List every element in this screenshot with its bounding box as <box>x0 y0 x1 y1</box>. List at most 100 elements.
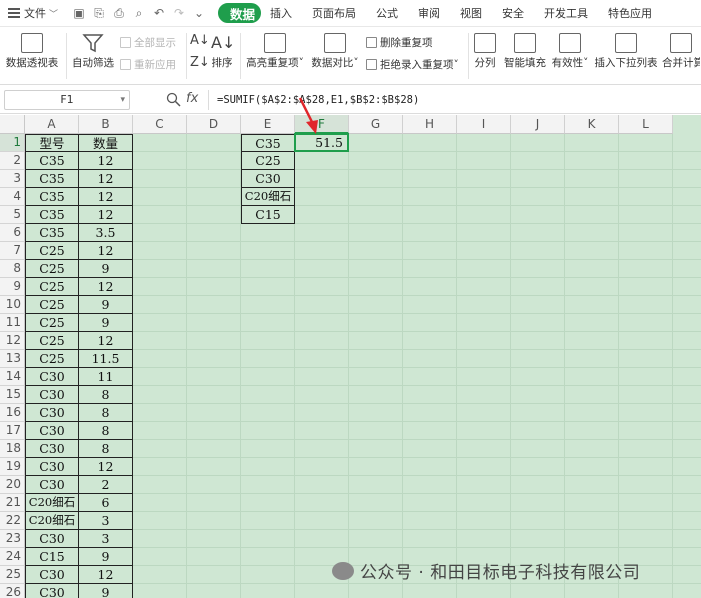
cell-b[interactable]: 8 <box>79 404 133 422</box>
cell-b[interactable]: 11 <box>79 368 133 386</box>
sort-asc-icon[interactable]: A↓ <box>190 33 210 48</box>
column-header-g[interactable]: G <box>349 115 403 134</box>
cell-a[interactable]: C35 <box>25 206 79 224</box>
cell-b[interactable]: 3 <box>79 530 133 548</box>
column-header-h[interactable]: H <box>403 115 457 134</box>
cell-a[interactable]: C30 <box>25 530 79 548</box>
cell-b[interactable]: 6 <box>79 494 133 512</box>
cell-b[interactable]: 9 <box>79 548 133 566</box>
row-header[interactable]: 8 <box>0 260 25 278</box>
redo-icon[interactable]: ↷ <box>172 6 186 21</box>
column-header-l[interactable]: L <box>619 115 673 134</box>
cell-b[interactable]: 12 <box>79 188 133 206</box>
cell-a[interactable]: C25 <box>25 242 79 260</box>
cell-b[interactable]: 9 <box>79 584 133 598</box>
cell-e[interactable]: C30 <box>241 170 295 188</box>
save-icon[interactable]: ▣ <box>72 6 86 21</box>
file-menu[interactable]: 文件 ﹀ <box>0 5 66 21</box>
row-header[interactable]: 14 <box>0 368 25 386</box>
row-header[interactable]: 13 <box>0 350 25 368</box>
validity-button[interactable]: 有效性˅ <box>550 29 590 70</box>
tab-data[interactable]: 数据 <box>218 3 262 23</box>
cell-a[interactable]: C30 <box>25 566 79 584</box>
column-header-c[interactable]: C <box>133 115 187 134</box>
cell-b[interactable]: 12 <box>79 566 133 584</box>
cell-b[interactable]: 8 <box>79 386 133 404</box>
row-header[interactable]: 4 <box>0 188 25 206</box>
autofilter-button[interactable]: 自动筛选 <box>70 29 116 70</box>
row-header[interactable]: 22 <box>0 512 25 530</box>
name-box[interactable]: F1 ▾ <box>4 90 130 110</box>
cell-e[interactable]: C20细石 <box>241 188 295 206</box>
reapply-button[interactable]: 重新应用 <box>120 57 176 72</box>
split-column-button[interactable]: 分列 <box>470 29 500 70</box>
cell-a[interactable]: C30 <box>25 458 79 476</box>
row-header[interactable]: 5 <box>0 206 25 224</box>
cell-a[interactable]: C35 <box>25 170 79 188</box>
cell-a[interactable]: C25 <box>25 296 79 314</box>
cell-a[interactable]: C35 <box>25 224 79 242</box>
more-icon[interactable]: ⌄ <box>192 6 206 21</box>
tab-special[interactable]: 特色应用 <box>598 0 662 27</box>
cell-a[interactable]: 型号 <box>25 134 79 152</box>
spreadsheet-grid[interactable]: A B C D E F G H I J K L 1 2 3 4 5 6 7 8 9 10 11 12 13 14 15 16 17 18 1… <box>0 115 701 598</box>
cell-a[interactable]: C30 <box>25 422 79 440</box>
undo-icon[interactable]: ↶ <box>152 6 166 21</box>
row-header[interactable]: 3 <box>0 170 25 188</box>
cell-b[interactable]: 3.5 <box>79 224 133 242</box>
column-header-i[interactable]: I <box>457 115 511 134</box>
cell-b[interactable]: 9 <box>79 296 133 314</box>
row-header[interactable]: 24 <box>0 548 25 566</box>
cell-b[interactable]: 12 <box>79 152 133 170</box>
tab-developer[interactable]: 开发工具 <box>534 0 598 27</box>
row-header[interactable]: 7 <box>0 242 25 260</box>
highlight-duplicates-button[interactable]: 高亮重复项˅ <box>244 29 306 70</box>
cell-a[interactable]: C30 <box>25 386 79 404</box>
row-header[interactable]: 1 <box>0 134 25 152</box>
cell-b[interactable]: 12 <box>79 242 133 260</box>
row-header[interactable]: 26 <box>0 584 25 598</box>
row-header[interactable]: 18 <box>0 440 25 458</box>
column-header-j[interactable]: J <box>511 115 565 134</box>
print-preview-icon[interactable]: ⌕ <box>132 6 146 21</box>
zoom-icon[interactable] <box>166 92 182 108</box>
select-all-corner[interactable] <box>0 115 25 134</box>
cell-a[interactable]: C25 <box>25 350 79 368</box>
show-all-button[interactable]: 全部显示 <box>120 35 176 50</box>
row-header[interactable]: 19 <box>0 458 25 476</box>
row-header[interactable]: 12 <box>0 332 25 350</box>
tab-review[interactable]: 审阅 <box>408 0 450 27</box>
column-header-b[interactable]: B <box>79 115 133 134</box>
row-header[interactable]: 16 <box>0 404 25 422</box>
cell-b[interactable]: 9 <box>79 314 133 332</box>
cell-a[interactable]: C15 <box>25 548 79 566</box>
cell-b[interactable]: 8 <box>79 440 133 458</box>
cell-b[interactable]: 12 <box>79 206 133 224</box>
cell-e[interactable]: C35 <box>241 134 295 152</box>
function-icon[interactable]: fx <box>186 91 198 106</box>
cell-a[interactable]: C20细石 <box>25 512 79 530</box>
column-header-k[interactable]: K <box>565 115 619 134</box>
row-header[interactable]: 25 <box>0 566 25 584</box>
tab-formulas[interactable]: 公式 <box>366 0 408 27</box>
tab-insert[interactable]: 插入 <box>260 0 302 27</box>
cell-a[interactable]: C25 <box>25 260 79 278</box>
export-icon[interactable]: ⎘ <box>92 6 106 21</box>
cell-e[interactable]: C15 <box>241 206 295 224</box>
column-header-d[interactable]: D <box>187 115 241 134</box>
tab-view[interactable]: 视图 <box>450 0 492 27</box>
sort-desc-icon[interactable]: Z↓ <box>190 55 210 70</box>
cell-a[interactable]: C25 <box>25 278 79 296</box>
sort-button[interactable]: A↓ 排序 <box>208 29 236 70</box>
pivot-table-button[interactable]: 数据透视表 <box>4 29 60 70</box>
cell-a[interactable]: C30 <box>25 584 79 598</box>
cell-a[interactable]: C25 <box>25 314 79 332</box>
cell-b[interactable]: 12 <box>79 278 133 296</box>
tab-page-layout[interactable]: 页面布局 <box>302 0 366 27</box>
tab-security[interactable]: 安全 <box>492 0 534 27</box>
cell-a[interactable]: C30 <box>25 368 79 386</box>
row-header[interactable]: 17 <box>0 422 25 440</box>
smart-fill-button[interactable]: 智能填充 <box>502 29 548 70</box>
row-header[interactable]: 20 <box>0 476 25 494</box>
row-header[interactable]: 11 <box>0 314 25 332</box>
